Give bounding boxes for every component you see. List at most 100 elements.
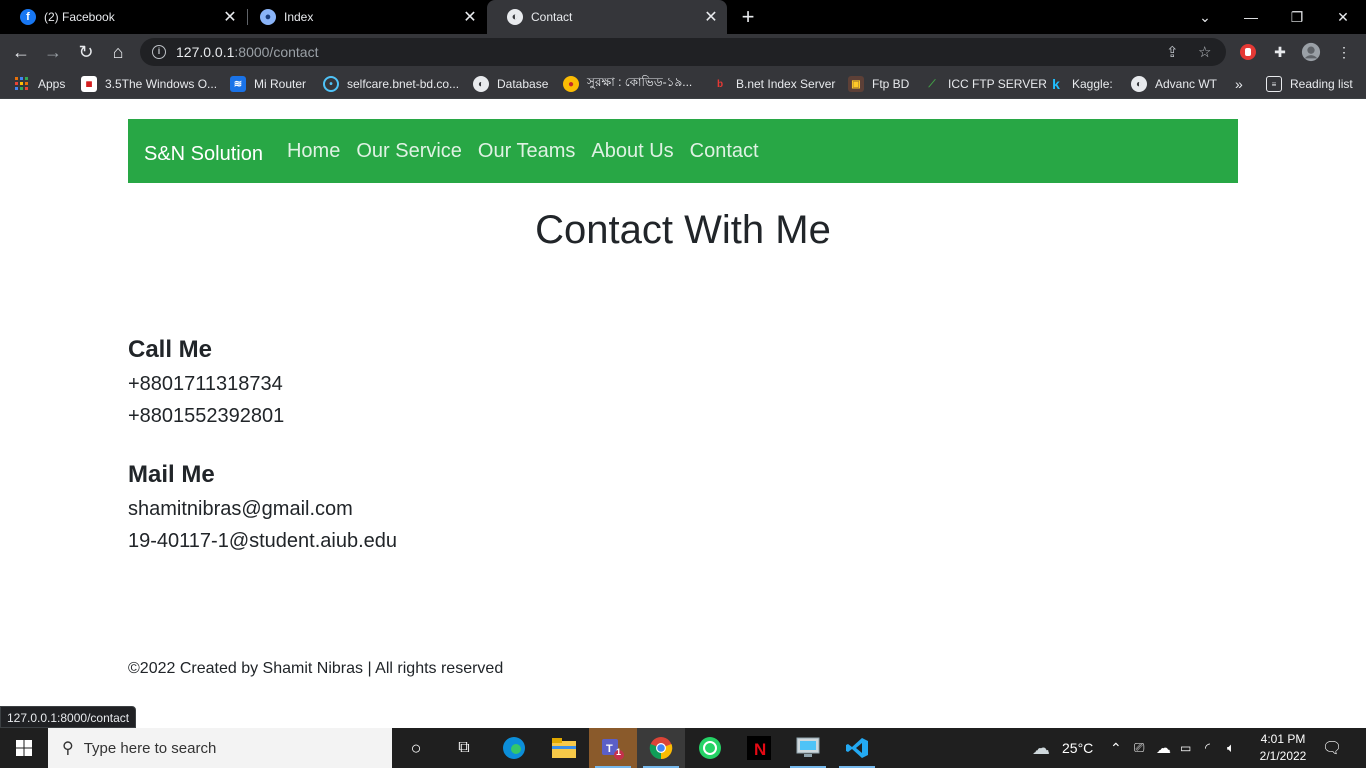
network-icon[interactable]: ◜ (1205, 728, 1210, 768)
nav-link-our-service[interactable]: Our Service (356, 140, 462, 163)
battery-icon[interactable]: ▭ (1180, 728, 1191, 768)
kaggle-icon: k (1052, 76, 1060, 92)
globe-icon: ◐ (1131, 76, 1147, 92)
cortana-icon[interactable]: ○ (392, 728, 440, 768)
teams-badge: 1 (616, 747, 622, 757)
bnet-icon: b (716, 78, 724, 90)
teams-icon[interactable]: T 1 (589, 728, 637, 768)
address-bar[interactable]: i 127.0.0.1:8000/contact ⇪ ☆ (140, 38, 1226, 66)
tab-contact[interactable]: ◐ Contact ✕ (487, 0, 727, 34)
onedrive-icon[interactable]: ☁ (1156, 728, 1171, 768)
tab-title: (2) Facebook (44, 10, 115, 24)
vscode-icon[interactable] (833, 728, 881, 768)
svg-text:T: T (606, 743, 613, 755)
menu-icon[interactable]: ⋮ (1334, 42, 1354, 62)
reading-list-icon: ≡ (1266, 76, 1282, 92)
icc-icon: ⟋ (928, 78, 936, 90)
url-path: :8000/contact (234, 44, 319, 60)
volume-icon[interactable]: 🔈︎ (1227, 728, 1235, 768)
bookmark-kaggle[interactable]: k Kaggle: (1048, 70, 1113, 98)
restore-icon[interactable]: ❐ (1274, 0, 1320, 34)
bookmark-ftp-bd[interactable]: ▣ Ftp BD (848, 70, 909, 98)
minimize-icon[interactable]: — (1228, 0, 1274, 34)
netflix-icon[interactable]: N (735, 728, 783, 768)
meet-now-icon[interactable]: ⎚ (1134, 728, 1144, 768)
bookmark-label: Apps (38, 77, 66, 91)
file-explorer-icon[interactable] (540, 728, 588, 768)
new-tab-button[interactable]: + (736, 4, 760, 30)
remote-desktop-icon[interactable] (784, 728, 832, 768)
tab-title: Contact (531, 10, 573, 24)
bookmark-selfcare[interactable]: • selfcare.bnet-bd.co... (323, 70, 459, 98)
clock-time: 4:01 PM (1260, 732, 1306, 746)
bookmark-label: Kaggle: (1072, 77, 1113, 91)
mail-section-title: Mail Me (128, 461, 215, 488)
chrome-icon[interactable] (637, 728, 685, 768)
close-icon[interactable]: ✕ (220, 7, 240, 27)
weather-widget[interactable]: ☁ 25°C (1032, 728, 1093, 768)
site-navbar: S&N Solution Home Our Service Our Teams … (128, 119, 1238, 183)
home-icon[interactable]: ⌂ (105, 39, 131, 65)
search-icon: ⚲ (62, 740, 74, 757)
bookmark-advanc-wt[interactable]: ◐ Advanc WT (1131, 70, 1217, 98)
reading-list-label: Reading list (1290, 77, 1353, 91)
surokkha-icon: ● (563, 76, 579, 92)
svg-text:N: N (754, 740, 766, 759)
notifications-icon[interactable]: 🗨︎ (1322, 728, 1342, 768)
wifi-icon: ≋ (230, 76, 246, 92)
site-footer: ©2022 Created by Shamit Nibras | All rig… (128, 660, 504, 677)
globe-icon: ◐ (473, 76, 489, 92)
task-view-icon[interactable]: ⧉ (440, 728, 488, 768)
close-icon[interactable]: ✕ (460, 7, 480, 27)
bookmark-bnet[interactable]: b B.net Index Server (712, 70, 835, 98)
browser-toolbar: ← → ↻ ⌂ i 127.0.0.1:8000/contact ⇪ ☆ ✚ ⋮ (0, 34, 1366, 70)
share-icon[interactable]: ⇪ (1166, 38, 1179, 66)
show-hidden-icons[interactable]: ⌃ (1110, 728, 1122, 768)
close-window-icon[interactable]: ✕ (1320, 0, 1366, 34)
whatsapp-icon[interactable] (686, 728, 734, 768)
bookmark-icc-ftp[interactable]: ⟋ ICC FTP SERVER (924, 70, 1047, 98)
nav-link-about-us[interactable]: About Us (591, 140, 673, 163)
bookmark-windows[interactable]: ▦ 3.5The Windows O... (81, 70, 217, 98)
info-icon[interactable]: i (152, 45, 166, 59)
forward-icon[interactable]: → (40, 39, 66, 65)
bookmark-database[interactable]: ◐ Database (473, 70, 548, 98)
tab-index[interactable]: ● Index ✕ (240, 0, 486, 34)
taskbar-clock[interactable]: 4:01 PM 2/1/2022 (1250, 731, 1316, 765)
cloud-icon: ☁ (1032, 737, 1050, 758)
site-brand[interactable]: S&N Solution (144, 137, 263, 166)
close-icon[interactable]: ✕ (701, 7, 721, 27)
selfcare-icon: • (323, 76, 339, 92)
windows-start-button[interactable] (0, 728, 48, 768)
bookmarks-overflow-button[interactable]: » (1235, 70, 1243, 98)
bookmark-apps[interactable]: Apps (14, 70, 65, 98)
phone-number: +8801711318734 (128, 373, 283, 395)
puzzle-icon[interactable]: ✚ (1270, 42, 1290, 62)
back-icon[interactable]: ← (8, 39, 34, 65)
bookmark-label: selfcare.bnet-bd.co... (347, 77, 460, 91)
tab-facebook[interactable]: f (2) Facebook ✕ (0, 0, 246, 34)
ftp-icon: ▣ (848, 76, 864, 92)
apps-grid-icon (14, 76, 30, 92)
taskbar-search-input[interactable]: ⚲ Type here to search (48, 728, 392, 768)
nav-link-home[interactable]: Home (287, 140, 340, 163)
bookmark-mi-router[interactable]: ≋ Mi Router (230, 70, 306, 98)
tab-search-icon[interactable]: ⌄ (1182, 0, 1228, 34)
nav-link-contact[interactable]: Contact (690, 140, 759, 163)
extension-icon[interactable] (1238, 42, 1258, 62)
url-host: 127.0.0.1 (176, 44, 235, 60)
reload-icon[interactable]: ↻ (73, 39, 99, 65)
avatar[interactable] (1301, 42, 1321, 62)
tab-title: Index (284, 10, 314, 24)
reading-list-button[interactable]: ≡ Reading list (1266, 70, 1353, 98)
edge-icon[interactable] (490, 728, 538, 768)
nav-link-our-teams[interactable]: Our Teams (478, 140, 575, 163)
star-icon[interactable]: ☆ (1198, 38, 1211, 66)
call-section-title: Call Me (128, 336, 213, 363)
bookmark-label: B.net Index Server (736, 77, 836, 91)
temperature: 25°C (1062, 740, 1094, 756)
bookmark-label: ICC FTP SERVER (948, 77, 1047, 91)
bookmark-label: Mi Router (254, 77, 307, 91)
bookmark-surokkha[interactable]: ● সুরক্ষা : কোভিড-১৯... (563, 70, 692, 98)
page-title: Contact With Me (535, 208, 831, 252)
